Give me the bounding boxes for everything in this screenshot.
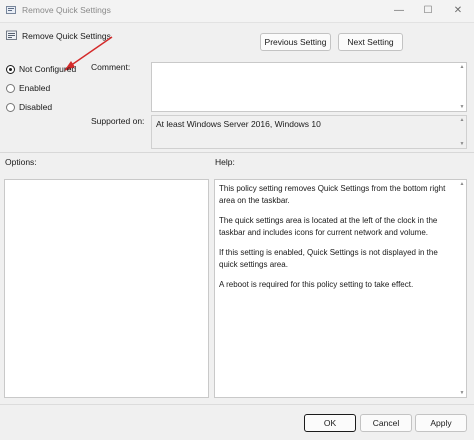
scroll-up-arrow-icon[interactable]: ▲ (458, 116, 466, 124)
scroll-up-arrow-icon[interactable]: ▲ (458, 180, 466, 188)
policy-app-icon (6, 6, 16, 14)
comment-text (152, 63, 466, 69)
title-bar[interactable]: Remove Quick Settings — ☐ ✕ (0, 0, 474, 23)
radio-enabled-indicator[interactable] (6, 84, 15, 93)
ok-button[interactable]: OK (304, 414, 356, 432)
minimize-button[interactable]: — (384, 0, 414, 22)
close-button[interactable]: ✕ (443, 0, 473, 22)
previous-setting-button[interactable]: Previous Setting (260, 33, 331, 51)
scroll-down-arrow-icon[interactable]: ▼ (458, 389, 466, 397)
help-scrollbar[interactable]: ▲ ▼ (458, 180, 466, 397)
help-paragraph: A reboot is required for this policy set… (219, 280, 414, 289)
scroll-up-arrow-icon[interactable]: ▲ (458, 63, 466, 71)
help-paragraph: If this setting is enabled, Quick Settin… (219, 248, 438, 269)
comment-field[interactable]: ▲ ▼ (151, 62, 467, 112)
policy-setting-icon (6, 30, 17, 40)
window-title: Remove Quick Settings (22, 5, 111, 15)
radio-disabled-indicator[interactable] (6, 103, 15, 112)
maximize-button[interactable]: ☐ (413, 0, 443, 22)
radio-enabled[interactable]: Enabled (6, 83, 86, 95)
help-label: Help: (215, 157, 235, 167)
options-pane (4, 179, 209, 398)
supported-scrollbar[interactable]: ▲ ▼ (458, 116, 466, 148)
radio-not-configured[interactable]: Not Configured (6, 64, 86, 76)
scroll-down-arrow-icon[interactable]: ▼ (458, 103, 466, 111)
radio-disabled-label: Disabled (19, 102, 53, 112)
radio-disabled[interactable]: Disabled (6, 102, 86, 114)
comment-label: Comment: (91, 62, 131, 72)
help-pane: ▲ ▼ This policy setting removes Quick Se… (214, 179, 467, 398)
scroll-down-arrow-icon[interactable]: ▼ (458, 140, 466, 148)
cancel-button[interactable]: Cancel (360, 414, 412, 432)
supported-on-field: ▲ ▼ At least Windows Server 2016, Window… (151, 115, 467, 149)
comment-scrollbar[interactable]: ▲ ▼ (458, 63, 466, 111)
apply-button[interactable]: Apply (415, 414, 467, 432)
supported-on-value: At least Windows Server 2016, Windows 10 (156, 119, 321, 129)
radio-not-configured-label: Not Configured (19, 64, 77, 74)
help-paragraph: The quick settings area is located at th… (219, 216, 438, 237)
help-paragraph: This policy setting removes Quick Settin… (219, 184, 446, 205)
supported-on-label: Supported on: (91, 116, 145, 126)
section-separator (0, 152, 474, 153)
radio-enabled-label: Enabled (19, 83, 51, 93)
options-label: Options: (5, 157, 37, 167)
next-setting-button[interactable]: Next Setting (338, 33, 403, 51)
radio-not-configured-indicator[interactable] (6, 65, 15, 74)
